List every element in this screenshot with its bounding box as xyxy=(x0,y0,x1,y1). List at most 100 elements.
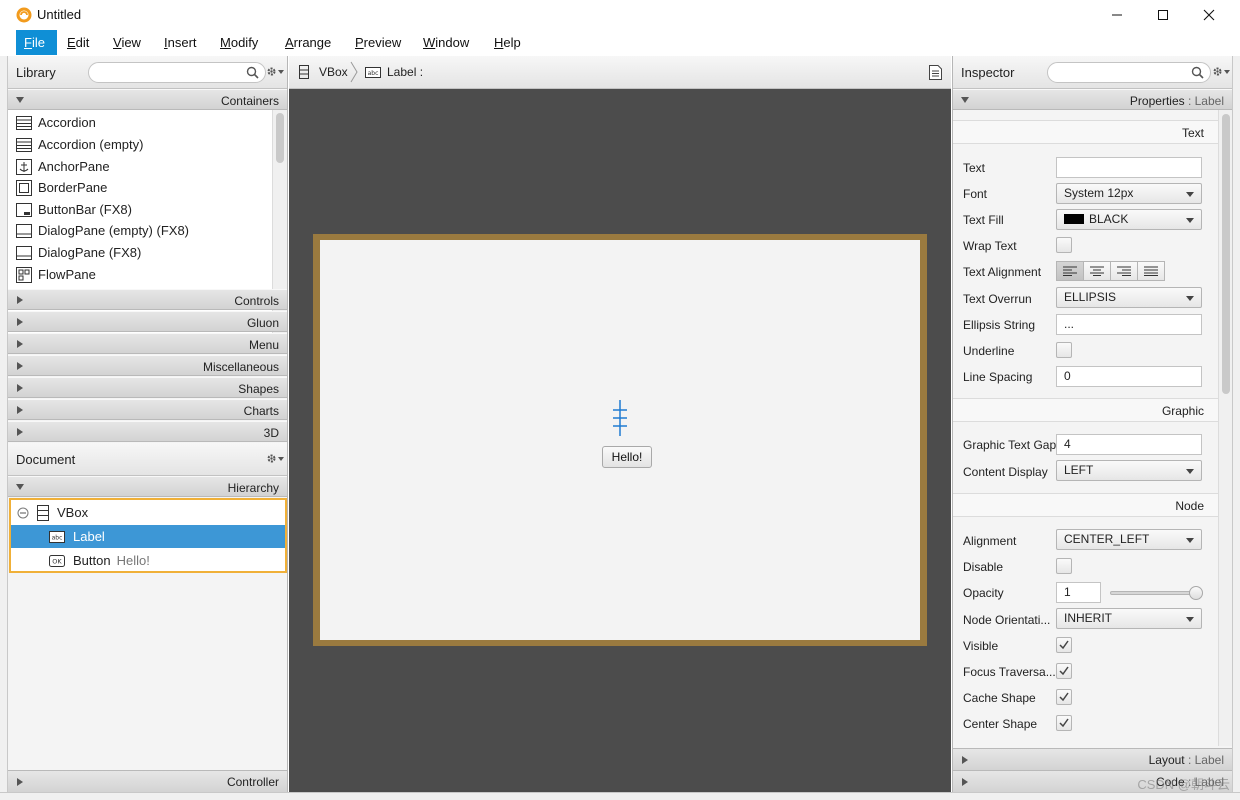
document-page-icon[interactable] xyxy=(929,65,942,80)
chevron-down-icon xyxy=(1186,218,1194,223)
properties-section[interactable]: Properties : Label xyxy=(953,89,1232,110)
library-search-input[interactable] xyxy=(88,62,266,83)
library-section-containers[interactable]: Containers xyxy=(8,89,287,110)
ellipsis-string-field[interactable]: ... xyxy=(1056,314,1202,335)
window-edge-bottom xyxy=(0,792,1240,800)
text-alignment-group xyxy=(1056,261,1165,281)
svg-text:abc: abc xyxy=(52,534,63,541)
list-item[interactable]: AnchorPane xyxy=(16,156,110,177)
tree-node-vbox[interactable]: VBox xyxy=(11,501,285,524)
library-section-charts[interactable]: Charts xyxy=(8,399,287,420)
inspector-scrollbar[interactable] xyxy=(1218,110,1232,746)
align-left-button[interactable] xyxy=(1056,261,1084,281)
opacity-slider-knob[interactable] xyxy=(1189,586,1203,600)
cache-shape-checkbox[interactable] xyxy=(1056,689,1072,705)
library-section-gluon[interactable]: Gluon xyxy=(8,311,287,332)
chevron-down-icon xyxy=(1186,192,1194,197)
controller-section[interactable]: Controller xyxy=(8,770,287,792)
library-section-menu[interactable]: Menu xyxy=(8,333,287,354)
document-header: Document xyxy=(8,443,287,476)
breadcrumb-vbox[interactable]: VBox xyxy=(299,65,348,79)
tree-node-button[interactable]: OK Button Hello! xyxy=(11,549,285,572)
visible-checkbox[interactable] xyxy=(1056,637,1072,653)
menu-bar: File Edit View Insert Modify Arrange Pre… xyxy=(0,30,1240,55)
alignment-combo[interactable]: CENTER_LEFT xyxy=(1056,529,1202,550)
menu-edit[interactable]: Edit xyxy=(67,30,89,55)
underline-checkbox[interactable] xyxy=(1056,342,1072,358)
align-justify-button[interactable] xyxy=(1137,261,1165,281)
text-fill-combo[interactable]: BLACK xyxy=(1056,209,1202,230)
graphic-text-gap-field[interactable]: 4 xyxy=(1056,434,1202,455)
layout-section[interactable]: Layout : Label xyxy=(953,748,1232,770)
focus-traversable-checkbox[interactable] xyxy=(1056,663,1072,679)
expanded-triangle-icon xyxy=(961,97,969,103)
list-item[interactable]: ButtonBar (FX8) xyxy=(16,199,132,220)
tree-node-type: Label xyxy=(73,529,105,544)
list-item[interactable]: Accordion xyxy=(16,112,96,133)
close-window-button[interactable] xyxy=(1186,0,1232,30)
menu-view[interactable]: View xyxy=(113,30,141,55)
checkmark-icon xyxy=(1059,640,1069,650)
maximize-button[interactable] xyxy=(1140,0,1186,30)
collapsed-triangle-icon xyxy=(962,756,968,764)
content-display-combo[interactable]: LEFT xyxy=(1056,460,1202,481)
section-graphic: Graphic xyxy=(953,398,1218,422)
minimize-button[interactable] xyxy=(1094,0,1140,30)
anchor-icon xyxy=(16,158,32,175)
font-combo[interactable]: System 12px xyxy=(1056,183,1202,204)
label-placeholder-handle-icon[interactable] xyxy=(610,400,630,436)
text-overrun-combo[interactable]: ELLIPSIS xyxy=(1056,287,1202,308)
watermark: CSDN @朝斗云 xyxy=(1137,777,1230,792)
hierarchy-section[interactable]: Hierarchy xyxy=(8,476,287,497)
align-right-icon xyxy=(1117,266,1131,276)
menu-window[interactable]: Window xyxy=(423,30,469,55)
menu-help[interactable]: Help xyxy=(494,30,521,55)
library-section-miscellaneous[interactable]: Miscellaneous xyxy=(8,355,287,376)
list-item[interactable]: DialogPane (FX8) xyxy=(16,242,141,263)
align-justify-icon xyxy=(1144,266,1158,276)
library-section-3d[interactable]: 3D xyxy=(8,421,287,442)
tree-node-type: Button xyxy=(73,553,111,568)
wrap-text-checkbox[interactable] xyxy=(1056,237,1072,253)
menu-arrange[interactable]: Arrange xyxy=(285,30,331,55)
align-right-button[interactable] xyxy=(1110,261,1138,281)
opacity-slider[interactable] xyxy=(1110,591,1196,595)
list-item[interactable]: DialogPane (empty) (FX8) xyxy=(16,220,189,241)
vbox-selection-frame[interactable]: Hello! xyxy=(313,234,927,646)
list-item[interactable]: BorderPane xyxy=(16,177,107,198)
collapsed-triangle-icon xyxy=(17,296,23,304)
align-center-button[interactable] xyxy=(1083,261,1111,281)
menu-preview[interactable]: Preview xyxy=(355,30,401,55)
buttonbar-icon xyxy=(16,202,32,217)
opacity-field[interactable]: 1 xyxy=(1056,582,1101,603)
document-settings-gear-icon[interactable] xyxy=(266,453,284,464)
canvas-hello-button[interactable]: Hello! xyxy=(602,446,652,468)
inspector-search-input[interactable] xyxy=(1047,62,1211,83)
inspector-scroll-thumb[interactable] xyxy=(1222,114,1230,394)
collapse-circle-icon[interactable] xyxy=(17,507,29,519)
chevron-down-icon xyxy=(1186,538,1194,543)
list-item[interactable]: Accordion (empty) xyxy=(16,134,143,155)
menu-file[interactable]: File xyxy=(16,30,57,55)
library-settings-gear-icon[interactable] xyxy=(266,66,284,77)
line-spacing-field[interactable]: 0 xyxy=(1056,366,1202,387)
tree-node-label-selected[interactable]: abc Label xyxy=(11,525,285,548)
list-item[interactable]: FlowPane xyxy=(16,264,96,285)
menu-modify[interactable]: Modify xyxy=(220,30,258,55)
inspector-settings-gear-icon[interactable] xyxy=(1212,66,1230,77)
library-scroll-thumb[interactable] xyxy=(276,113,284,163)
breadcrumb-label[interactable]: abc Label : xyxy=(365,65,423,79)
menu-insert[interactable]: Insert xyxy=(164,30,197,55)
dialogpane-icon xyxy=(16,245,32,260)
label-abc-icon: abc xyxy=(365,66,381,78)
node-orientation-combo[interactable]: INHERIT xyxy=(1056,608,1202,629)
center-shape-checkbox[interactable] xyxy=(1056,715,1072,731)
window-edge-left xyxy=(0,56,8,792)
collapsed-triangle-icon xyxy=(17,778,23,786)
vbox-canvas[interactable]: Hello! xyxy=(320,240,920,640)
library-section-controls[interactable]: Controls xyxy=(8,289,287,310)
disable-checkbox[interactable] xyxy=(1056,558,1072,574)
library-section-shapes[interactable]: Shapes xyxy=(8,377,287,398)
collapsed-triangle-icon xyxy=(17,406,23,414)
text-field[interactable] xyxy=(1056,157,1202,178)
